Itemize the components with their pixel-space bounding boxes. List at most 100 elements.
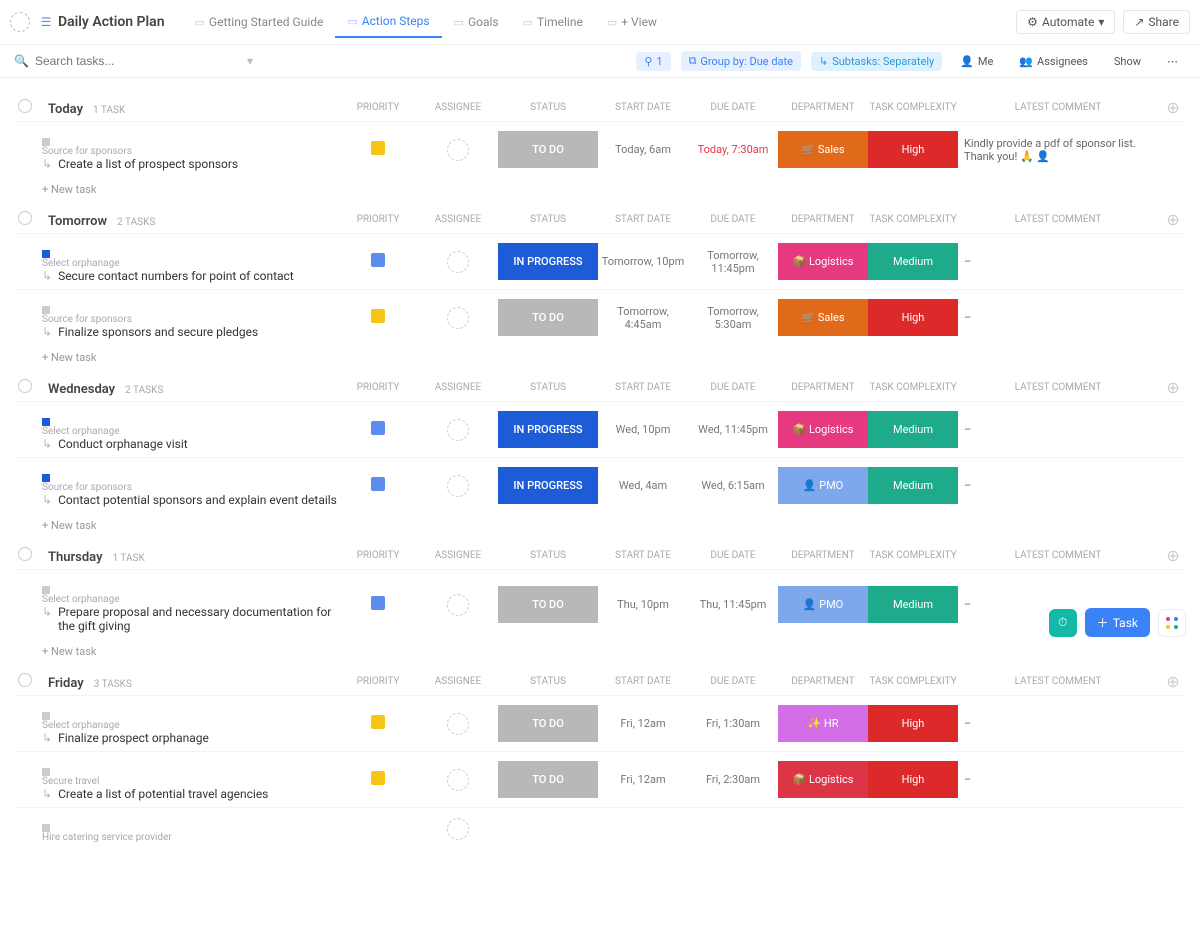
priority-cell[interactable] (338, 141, 418, 158)
department-cell[interactable]: ✨ HR (778, 705, 868, 742)
start-date-cell[interactable]: Wed, 10pm (598, 423, 688, 436)
priority-cell[interactable] (338, 421, 418, 438)
priority-cell[interactable] (338, 715, 418, 732)
assignee-cell[interactable] (418, 818, 498, 840)
tab-timeline[interactable]: ▭Timeline (511, 7, 595, 37)
filter-count[interactable]: ⚲ 1 (636, 52, 670, 71)
add-column-icon[interactable]: ⊕ (1158, 378, 1188, 397)
task-row[interactable]: Select orphanage↳Prepare proposal and ne… (18, 569, 1182, 639)
more-menu[interactable]: ⋯ (1159, 52, 1186, 71)
assignee-cell[interactable] (418, 713, 498, 735)
assignee-cell[interactable] (418, 475, 498, 497)
task-row[interactable]: Select orphanage↳Finalize prospect orpha… (18, 695, 1182, 751)
apps-fab[interactable] (1158, 609, 1186, 637)
task-row[interactable]: Source for sponsors↳Finalize sponsors an… (18, 289, 1182, 345)
status-cell[interactable]: TO DO (498, 705, 598, 742)
department-cell[interactable]: 👤 PMO (778, 586, 868, 623)
collapse-icon[interactable] (18, 673, 32, 687)
status-cell[interactable]: IN PROGRESS (498, 467, 598, 504)
timer-fab[interactable]: ⏱ (1049, 609, 1077, 637)
tab--view[interactable]: ▭+ View (595, 7, 669, 37)
department-cell[interactable]: 📦 Logistics (778, 411, 868, 448)
department-cell[interactable]: 🛒 Sales (778, 299, 868, 336)
assignee-cell[interactable] (418, 769, 498, 791)
show-filter[interactable]: Show (1106, 52, 1149, 71)
add-column-icon[interactable]: ⊕ (1158, 210, 1188, 229)
status-cell[interactable]: TO DO (498, 131, 598, 168)
department-cell[interactable]: 📦 Logistics (778, 761, 868, 798)
group-by-pill[interactable]: ⧉ Group by: Due date (681, 51, 801, 71)
priority-cell[interactable] (338, 771, 418, 788)
start-date-cell[interactable]: Tomorrow, 10pm (598, 255, 688, 268)
status-cell[interactable]: IN PROGRESS (498, 411, 598, 448)
priority-cell[interactable] (338, 309, 418, 326)
due-date-cell[interactable]: Thu, 11:45pm (688, 598, 778, 611)
status-cell[interactable]: TO DO (498, 586, 598, 623)
due-date-cell[interactable]: Tomorrow, 5:30am (688, 305, 778, 331)
start-date-cell[interactable]: Fri, 12am (598, 717, 688, 730)
assignee-cell[interactable] (418, 419, 498, 441)
department-cell[interactable]: 📦 Logistics (778, 243, 868, 280)
tab-goals[interactable]: ▭Goals (442, 7, 511, 37)
start-date-cell[interactable]: Fri, 12am (598, 773, 688, 786)
priority-cell[interactable] (338, 596, 418, 613)
task-row[interactable]: Select orphanage↳Secure contact numbers … (18, 233, 1182, 289)
due-date-cell[interactable]: Fri, 2:30am (688, 773, 778, 786)
department-cell[interactable]: 🛒 Sales (778, 131, 868, 168)
task-row[interactable]: Source for sponsors↳Contact potential sp… (18, 457, 1182, 513)
collapse-icon[interactable] (18, 211, 32, 225)
due-date-cell[interactable]: Tomorrow, 11:45pm (688, 249, 778, 275)
complexity-cell[interactable]: High (868, 299, 958, 336)
new-task-button[interactable]: + New task (18, 513, 1182, 532)
tab-action-steps[interactable]: ▭Action Steps (335, 6, 441, 38)
search-input[interactable] (35, 54, 235, 68)
task-row[interactable]: Hire catering service provider (18, 807, 1182, 849)
due-date-cell[interactable]: Wed, 6:15am (688, 479, 778, 492)
task-row[interactable]: Select orphanage↳Conduct orphanage visit… (18, 401, 1182, 457)
automate-button[interactable]: ⚙ Automate ▾ (1016, 10, 1115, 34)
due-date-cell[interactable]: Fri, 1:30am (688, 717, 778, 730)
complexity-cell[interactable]: High (868, 705, 958, 742)
priority-cell[interactable] (338, 253, 418, 270)
collapse-icon[interactable] (18, 379, 32, 393)
add-column-icon[interactable]: ⊕ (1158, 672, 1188, 691)
start-date-cell[interactable]: Thu, 10pm (598, 598, 688, 611)
new-task-button[interactable]: + New task (18, 345, 1182, 364)
due-date-cell[interactable]: Today, 7:30am (688, 143, 778, 156)
complexity-cell[interactable]: High (868, 131, 958, 168)
new-task-button[interactable]: + New task (18, 177, 1182, 196)
complexity-cell[interactable]: Medium (868, 467, 958, 504)
new-task-button[interactable]: + New task (18, 639, 1182, 658)
new-task-fab[interactable]: ＋ Task (1085, 608, 1150, 637)
status-cell[interactable]: TO DO (498, 299, 598, 336)
assignee-cell[interactable] (418, 307, 498, 329)
complexity-cell[interactable]: High (868, 761, 958, 798)
assignees-filter[interactable]: 👥 Assignees (1011, 52, 1096, 71)
priority-cell[interactable] (338, 477, 418, 494)
task-row[interactable]: Secure travel↳Create a list of potential… (18, 751, 1182, 807)
complexity-cell[interactable]: Medium (868, 586, 958, 623)
start-date-cell[interactable]: Tomorrow, 4:45am (598, 305, 688, 331)
status-cell[interactable]: TO DO (498, 761, 598, 798)
department-cell[interactable]: 👤 PMO (778, 467, 868, 504)
due-date-cell[interactable]: Wed, 11:45pm (688, 423, 778, 436)
assignee-cell[interactable] (418, 139, 498, 161)
collapse-icon[interactable] (18, 99, 32, 113)
assignee-cell[interactable] (418, 594, 498, 616)
assignee-cell[interactable] (418, 251, 498, 273)
collapse-icon[interactable] (18, 547, 32, 561)
me-filter[interactable]: 👤 Me (952, 52, 1001, 71)
app-logo[interactable] (10, 12, 30, 32)
search-dropdown[interactable]: ▾ (241, 54, 259, 68)
start-date-cell[interactable]: Wed, 4am (598, 479, 688, 492)
task-row[interactable]: Source for sponsors↳Create a list of pro… (18, 121, 1182, 177)
share-button[interactable]: ↗ Share (1123, 10, 1190, 34)
add-column-icon[interactable]: ⊕ (1158, 546, 1188, 565)
complexity-cell[interactable]: Medium (868, 411, 958, 448)
subtasks-pill[interactable]: ↳ Subtasks: Separately (811, 52, 942, 71)
start-date-cell[interactable]: Today, 6am (598, 143, 688, 156)
complexity-cell[interactable]: Medium (868, 243, 958, 280)
tab-getting-started-guide[interactable]: ▭Getting Started Guide (183, 7, 336, 37)
add-column-icon[interactable]: ⊕ (1158, 98, 1188, 117)
status-cell[interactable]: IN PROGRESS (498, 243, 598, 280)
